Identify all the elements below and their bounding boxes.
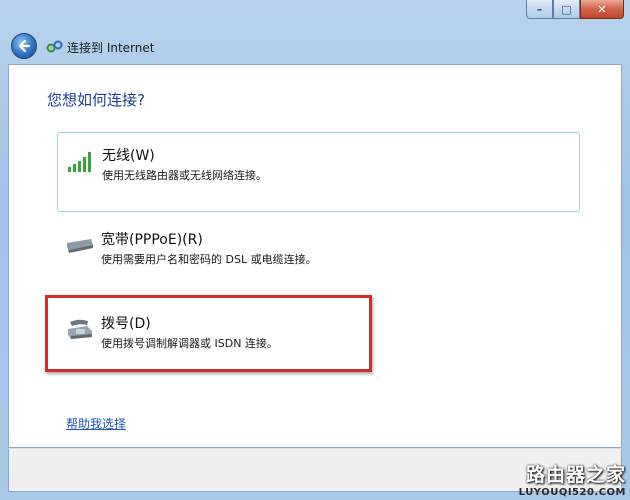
window-frame: – □ ✕ 连接到 Internet 您想如何连接? 无线(W) 使用无线路由器… [0,0,630,500]
watermark-url: LUYOUQI520.COM [518,487,626,498]
option-wireless[interactable]: 无线(W) 使用无线路由器或无线网络连接。 [57,132,580,212]
option-description: 使用需要用户名和密码的 DSL 或电缆连接。 [101,253,317,266]
wireless-signal-icon [68,152,91,172]
network-icon [46,40,63,53]
navigation-bar: 连接到 Internet [8,30,622,64]
title-bar[interactable]: – □ ✕ [0,0,630,30]
close-button[interactable]: ✕ [580,0,624,19]
watermark-logo: 路由器之家 LUYOUQI520.COM [519,460,626,498]
broadband-modem-icon [67,239,93,253]
page-heading: 您想如何连接? [47,91,145,109]
option-description: 使用无线路由器或无线网络连接。 [102,169,267,182]
window-title: 连接到 Internet [67,41,155,55]
option-title: 宽带(PPPoE)(R) [101,232,203,248]
option-broadband[interactable]: 宽带(PPPoE)(R) 使用需要用户名和密码的 DSL 或电缆连接。 [57,217,580,297]
maximize-button[interactable]: □ [553,0,580,19]
watermark-text: 路由器之家 [525,464,626,486]
back-button[interactable] [11,33,37,59]
back-arrow-icon [18,39,31,53]
help-me-choose-link[interactable]: 帮助我选择 [66,415,126,432]
minimize-button[interactable]: – [526,0,553,19]
annotation-highlight-box [45,295,372,372]
option-title: 无线(W) [102,148,155,164]
main-content: 您想如何连接? 无线(W) 使用无线路由器或无线网络连接。 宽带(PPPoE)(… [8,64,622,448]
caption-buttons: – □ ✕ [526,0,624,20]
